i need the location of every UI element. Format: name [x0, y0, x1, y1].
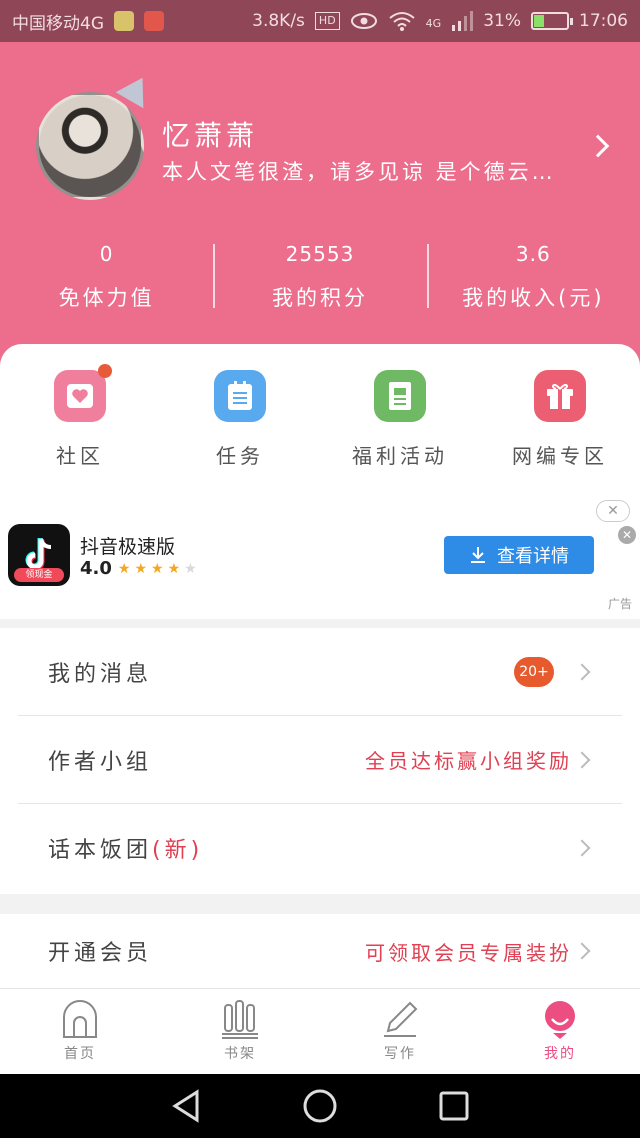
quick-label: 任务: [216, 444, 264, 468]
quick-label: 福利活动: [352, 444, 448, 468]
stat-income[interactable]: 3.6 我的收入(元): [426, 242, 640, 312]
home-circle-icon[interactable]: [303, 1089, 337, 1123]
stat-label: 我的积分: [271, 286, 368, 310]
menu-row-title: 开通会员: [48, 941, 153, 966]
chevron-right-icon[interactable]: [586, 134, 610, 158]
stat-value: 3.6: [515, 242, 551, 266]
quick-editor-zone[interactable]: 网编专区: [480, 370, 640, 469]
menu-row-author-group[interactable]: 作者小组 全员达标赢小组奖励: [18, 716, 622, 804]
system-nav-bar: [0, 1074, 640, 1138]
ad-close-button[interactable]: ✕: [596, 500, 630, 522]
menu-row-hint: 全员达标赢小组奖励: [365, 749, 572, 773]
gift-icon: [534, 370, 586, 422]
signal-icon: [452, 11, 474, 31]
status-bar: 中国移动4G 3.8K/s HD 4G 31% 17:06: [0, 0, 640, 42]
ad-tag: 广告: [607, 597, 632, 611]
menu-row-title-text: 话本饭团: [48, 838, 153, 863]
ad-icon-badge: 领现金: [14, 568, 64, 582]
avatar[interactable]: [36, 69, 157, 200]
tab-label: 首页: [64, 1046, 96, 1062]
menu-row-title: 话本饭团(新): [18, 832, 203, 864]
home-icon: [63, 1000, 97, 1038]
battery-percent: 31%: [483, 11, 521, 31]
stat-value: 25553: [285, 242, 355, 266]
notification-app-icon: [114, 11, 134, 31]
star-icon: ★: [167, 560, 181, 577]
tiktok-app-icon: 领现金: [8, 524, 70, 586]
quick-community[interactable]: 社区: [0, 364, 160, 469]
battery-icon: [531, 12, 573, 30]
star-icon: ★: [134, 560, 148, 577]
tab-label: 写作: [384, 1046, 416, 1062]
star-icon: ★: [151, 560, 164, 577]
bottom-tab-bar: 首页 书架 写作 我的: [0, 988, 640, 1074]
stat-stamina[interactable]: 0 免体力值: [0, 242, 213, 312]
stat-value: 0: [99, 242, 114, 266]
tab-label: 书架: [224, 1046, 256, 1062]
clock: 17:06: [579, 11, 628, 31]
rating-stars: ★ ★ ★ ★ ★: [118, 561, 197, 577]
tab-mine[interactable]: 我的: [480, 989, 640, 1074]
avatar-image: [36, 92, 144, 200]
chevron-right-icon: [573, 942, 591, 960]
pen-icon: [384, 1001, 418, 1037]
ad-app-name: 抖音极速版: [80, 536, 176, 558]
ad-banner[interactable]: 领现金 抖音极速版 4.0 ★ ★ ★ ★ ★ 查看详情 ✕ ✕ 广告: [0, 500, 640, 618]
clipboard-icon: [214, 370, 266, 422]
bio: 本人文笔很渣，请多见谅 是个德云…: [162, 160, 556, 184]
menu-row-hint: 可领取会员专属装扮: [365, 940, 572, 965]
wifi-icon: [389, 12, 415, 31]
view-details-label: 查看详情: [497, 546, 569, 567]
message-count-badge: 20+: [514, 656, 554, 687]
stat-label: 我的收入(元): [462, 286, 605, 310]
ad-rating-value: 4.0: [80, 558, 112, 579]
chevron-right-icon: [573, 751, 591, 768]
stat-points[interactable]: 25553 我的积分: [213, 242, 426, 312]
menu-row-title: 我的消息: [48, 661, 153, 687]
carrier-label: 中国移动4G: [12, 13, 104, 34]
network-type: 4G: [425, 17, 442, 30]
ad-rating: 4.0 ★ ★ ★ ★ ★: [80, 558, 197, 579]
eye-icon: [350, 13, 377, 29]
view-details-button[interactable]: 查看详情: [444, 536, 594, 574]
tab-label: 我的: [544, 1046, 576, 1062]
new-tag: (新): [152, 838, 204, 863]
quick-tasks[interactable]: 任务: [160, 370, 320, 469]
tab-bookshelf[interactable]: 书架: [160, 989, 320, 1074]
profile-header[interactable]: 忆萧萧 本人文笔很渣，请多见谅 是个德云… 0 免体力值 25553 我的积分 …: [0, 42, 640, 372]
back-icon[interactable]: [171, 1089, 201, 1123]
star-icon: ★: [117, 560, 131, 577]
profile-icon: [545, 1001, 575, 1039]
menu-group-main: 我的消息 20+ 作者小组 全员达标赢小组奖励 话本饭团(新): [0, 628, 640, 894]
chevron-right-icon: [573, 663, 591, 680]
stat-label: 免体力值: [58, 286, 155, 310]
nickname: 忆萧萧: [162, 119, 259, 152]
notification-dot: [98, 364, 112, 378]
quick-label: 社区: [56, 444, 104, 468]
menu-row-rice-group[interactable]: 话本饭团(新): [18, 804, 622, 892]
menu-row-title: 作者小组: [48, 749, 153, 775]
network-speed: 3.8K/s: [252, 11, 305, 31]
ad-dismiss-icon[interactable]: ✕: [618, 526, 636, 544]
tab-write[interactable]: 写作: [320, 989, 480, 1074]
heart-card-icon: [54, 364, 112, 422]
notification-app-icon-2: [144, 11, 164, 31]
document-icon: [374, 370, 426, 422]
hd-badge: HD: [314, 12, 340, 30]
download-icon: [471, 547, 485, 563]
tab-home[interactable]: 首页: [0, 989, 160, 1074]
recents-icon[interactable]: [439, 1091, 469, 1121]
menu-group-vip: 开通会员 可领取会员专属装扮: [0, 914, 640, 988]
menu-row-vip[interactable]: 开通会员 可领取会员专属装扮: [18, 914, 622, 988]
star-icon: ★: [184, 560, 197, 577]
stats-row: 0 免体力值 25553 我的积分 3.6 我的收入(元): [0, 242, 640, 312]
quick-welfare[interactable]: 福利活动: [320, 370, 480, 469]
menu-row-messages[interactable]: 我的消息 20+: [18, 628, 622, 716]
quick-label: 网编专区: [512, 444, 608, 468]
chevron-right-icon: [573, 839, 591, 857]
bookshelf-icon: [222, 1000, 258, 1039]
